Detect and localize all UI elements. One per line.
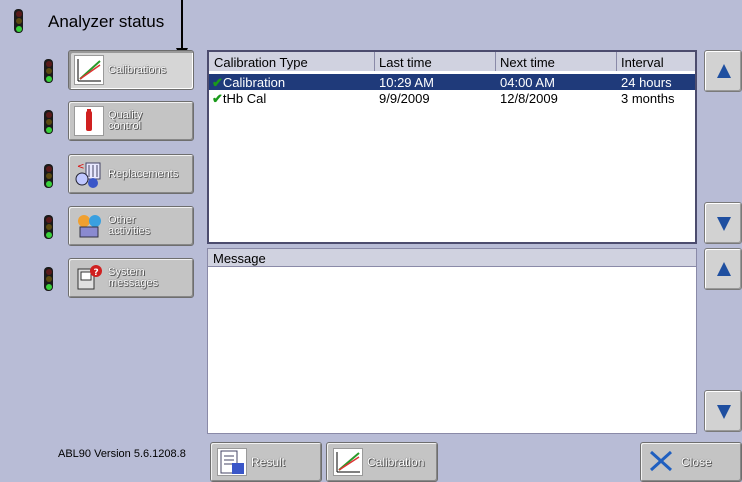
column-header-next-time[interactable]: Next time xyxy=(500,55,555,70)
row-type-text: tHb Cal xyxy=(222,91,267,106)
arrow-up-icon xyxy=(717,262,731,276)
sysmsg-label-line2: messages xyxy=(108,277,159,289)
column-header-calibration-type[interactable]: Calibration Type xyxy=(214,55,308,70)
other-activities-icon xyxy=(74,211,104,241)
calibration-chart-icon xyxy=(74,55,104,85)
message-scrollbar[interactable] xyxy=(704,248,742,434)
message-header: Message xyxy=(208,249,696,267)
arrow-down-icon xyxy=(717,217,731,231)
row-next-time: 12/8/2009 xyxy=(500,91,558,106)
nav-calibrations-label: Calibrations xyxy=(108,63,167,76)
row-last-time: 9/9/2009 xyxy=(379,91,430,106)
page-title: Analyzer status xyxy=(48,12,165,31)
nav-calibrations-button[interactable]: Calibrations xyxy=(68,50,194,90)
nav-replacements-button[interactable]: < Replacements xyxy=(68,154,194,194)
table-header: Calibration Type Last time Next time Int… xyxy=(209,52,695,71)
row-type-text: Calibration xyxy=(222,75,286,90)
nav-system-messages-button[interactable]: ? System messages xyxy=(68,258,194,298)
table-scroll-down-button[interactable] xyxy=(704,202,742,244)
svg-text:<: < xyxy=(77,162,85,172)
status-traffic-light-icon xyxy=(14,9,23,33)
column-divider xyxy=(616,52,617,71)
nav-other-activities-button[interactable]: Other activities xyxy=(68,206,194,246)
other-activities-status-light-icon xyxy=(44,215,53,239)
qc-ampoule-icon xyxy=(74,106,104,136)
row-interval: 24 hours xyxy=(621,75,672,90)
arrow-up-icon xyxy=(717,64,731,78)
other-label-line2: activities xyxy=(108,225,151,237)
table-scrollbar[interactable] xyxy=(704,50,742,244)
table-row[interactable]: ✔tHb Cal 9/9/2009 12/8/2009 3 months xyxy=(209,90,695,106)
nav-system-messages-label: System messages xyxy=(108,267,158,289)
calibration-label: Calibration xyxy=(367,455,425,469)
column-header-interval[interactable]: Interval xyxy=(621,55,664,70)
result-button[interactable]: Result xyxy=(210,442,322,482)
nav-other-activities-label: Other activities xyxy=(108,215,150,237)
calibrations-status-light-icon xyxy=(44,59,53,83)
calibration-table: Calibration Type Last time Next time Int… xyxy=(207,50,697,244)
row-type-cell: ✔Calibration xyxy=(212,75,285,91)
system-messages-status-light-icon xyxy=(44,267,53,291)
version-text: ABL90 Version 5.6.1208.8 xyxy=(58,448,186,460)
nav-quality-control-label: Quality control xyxy=(108,110,142,132)
close-button[interactable]: Close xyxy=(640,442,742,482)
result-label: Result xyxy=(251,455,286,469)
system-messages-icon: ? xyxy=(74,263,104,293)
check-mark-icon: ✔ xyxy=(212,75,223,90)
close-icon xyxy=(647,448,677,476)
calibration-button[interactable]: Calibration xyxy=(326,442,438,482)
column-divider xyxy=(374,52,375,71)
nav-quality-control-button[interactable]: Quality control xyxy=(68,101,194,141)
close-label: Close xyxy=(681,455,712,469)
table-scroll-up-button[interactable] xyxy=(704,50,742,92)
column-header-last-time[interactable]: Last time xyxy=(379,55,432,70)
replacements-icon: < xyxy=(74,159,104,189)
svg-text:?: ? xyxy=(94,268,99,278)
message-panel: Message xyxy=(207,248,697,434)
result-report-icon xyxy=(217,448,247,476)
table-row[interactable]: ✔Calibration 10:29 AM 04:00 AM 24 hours xyxy=(209,74,695,90)
row-interval: 3 months xyxy=(621,91,675,106)
message-header-label: Message xyxy=(213,251,266,266)
title-bar: Analyzer status xyxy=(0,0,742,42)
row-last-time: 10:29 AM xyxy=(379,75,434,90)
nav-replacements-label: Replacements xyxy=(108,167,179,180)
check-mark-icon: ✔ xyxy=(212,91,223,106)
qc-status-light-icon xyxy=(44,110,53,134)
row-type-cell: ✔tHb Cal xyxy=(212,91,266,107)
row-next-time: 04:00 AM xyxy=(500,75,555,90)
message-scroll-up-button[interactable] xyxy=(704,248,742,290)
calibration-chart-icon xyxy=(333,448,363,476)
arrow-down-icon xyxy=(717,405,731,419)
qc-label-line2: control xyxy=(108,120,142,132)
analyzer-window: Analyzer status Calibrations Quality cont… xyxy=(0,0,742,482)
pointer-arrow-line xyxy=(181,0,183,50)
replacements-status-light-icon xyxy=(44,164,53,188)
message-scroll-down-button[interactable] xyxy=(704,390,742,432)
column-divider xyxy=(495,52,496,71)
